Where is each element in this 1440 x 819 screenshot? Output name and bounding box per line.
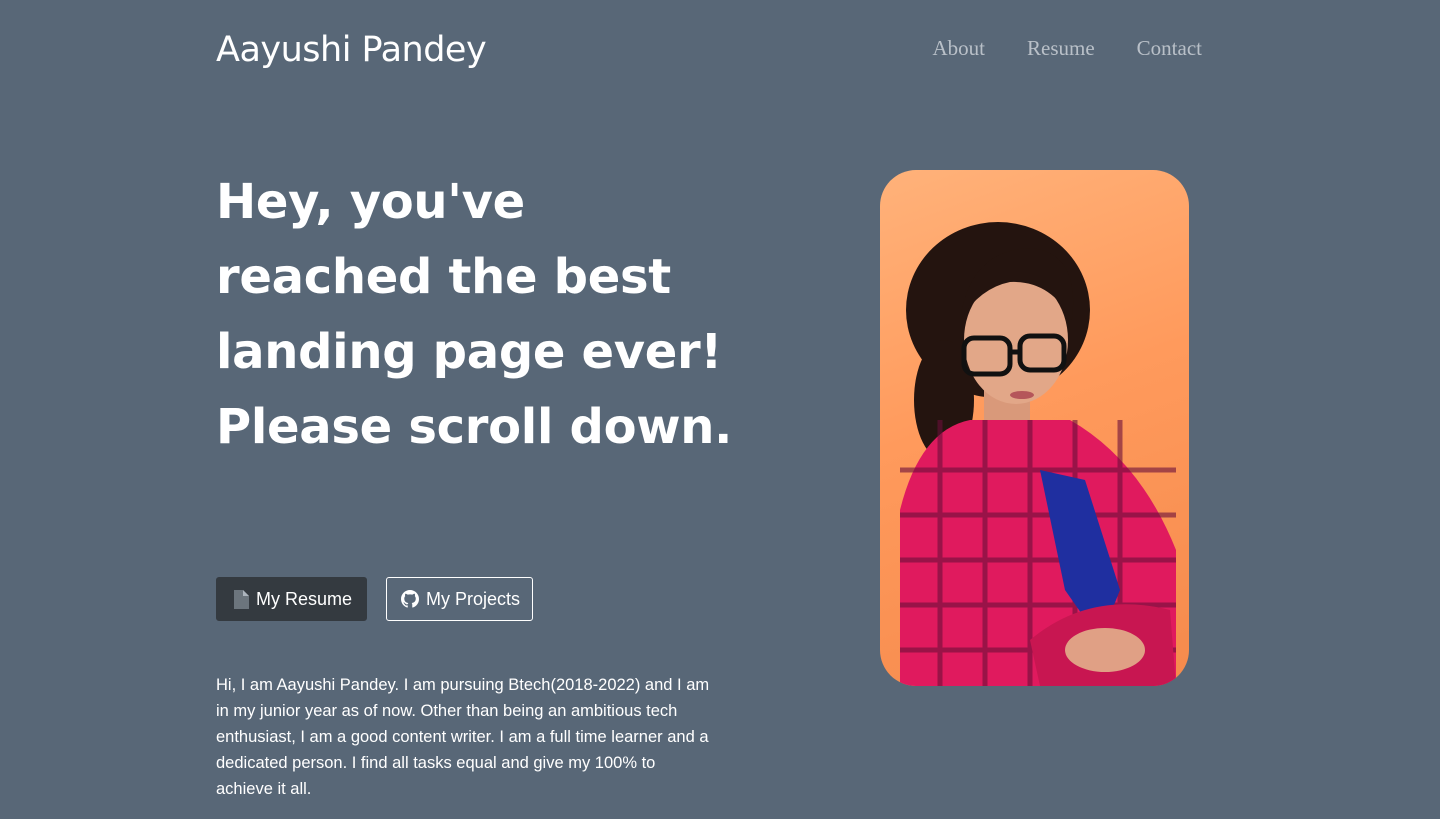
profile-photo (880, 170, 1189, 686)
my-resume-button[interactable]: My Resume (216, 577, 367, 621)
nav-link-about[interactable]: About (933, 36, 986, 61)
my-projects-button[interactable]: My Projects (386, 577, 533, 621)
brand-logo[interactable]: Aayushi Pandey (216, 30, 487, 70)
main-nav: About Resume Contact (933, 36, 1202, 61)
my-resume-label: My Resume (256, 588, 353, 609)
my-projects-label: My Projects (426, 588, 521, 609)
nav-link-contact[interactable]: Contact (1137, 36, 1202, 61)
file-icon (233, 589, 249, 609)
bio-text: Hi, I am Aayushi Pandey. I am pursuing B… (216, 676, 710, 798)
nav-link-resume[interactable]: Resume (1027, 36, 1095, 61)
github-icon (401, 590, 419, 608)
hero-heading: Hey, you've reached the best landing pag… (216, 174, 733, 455)
